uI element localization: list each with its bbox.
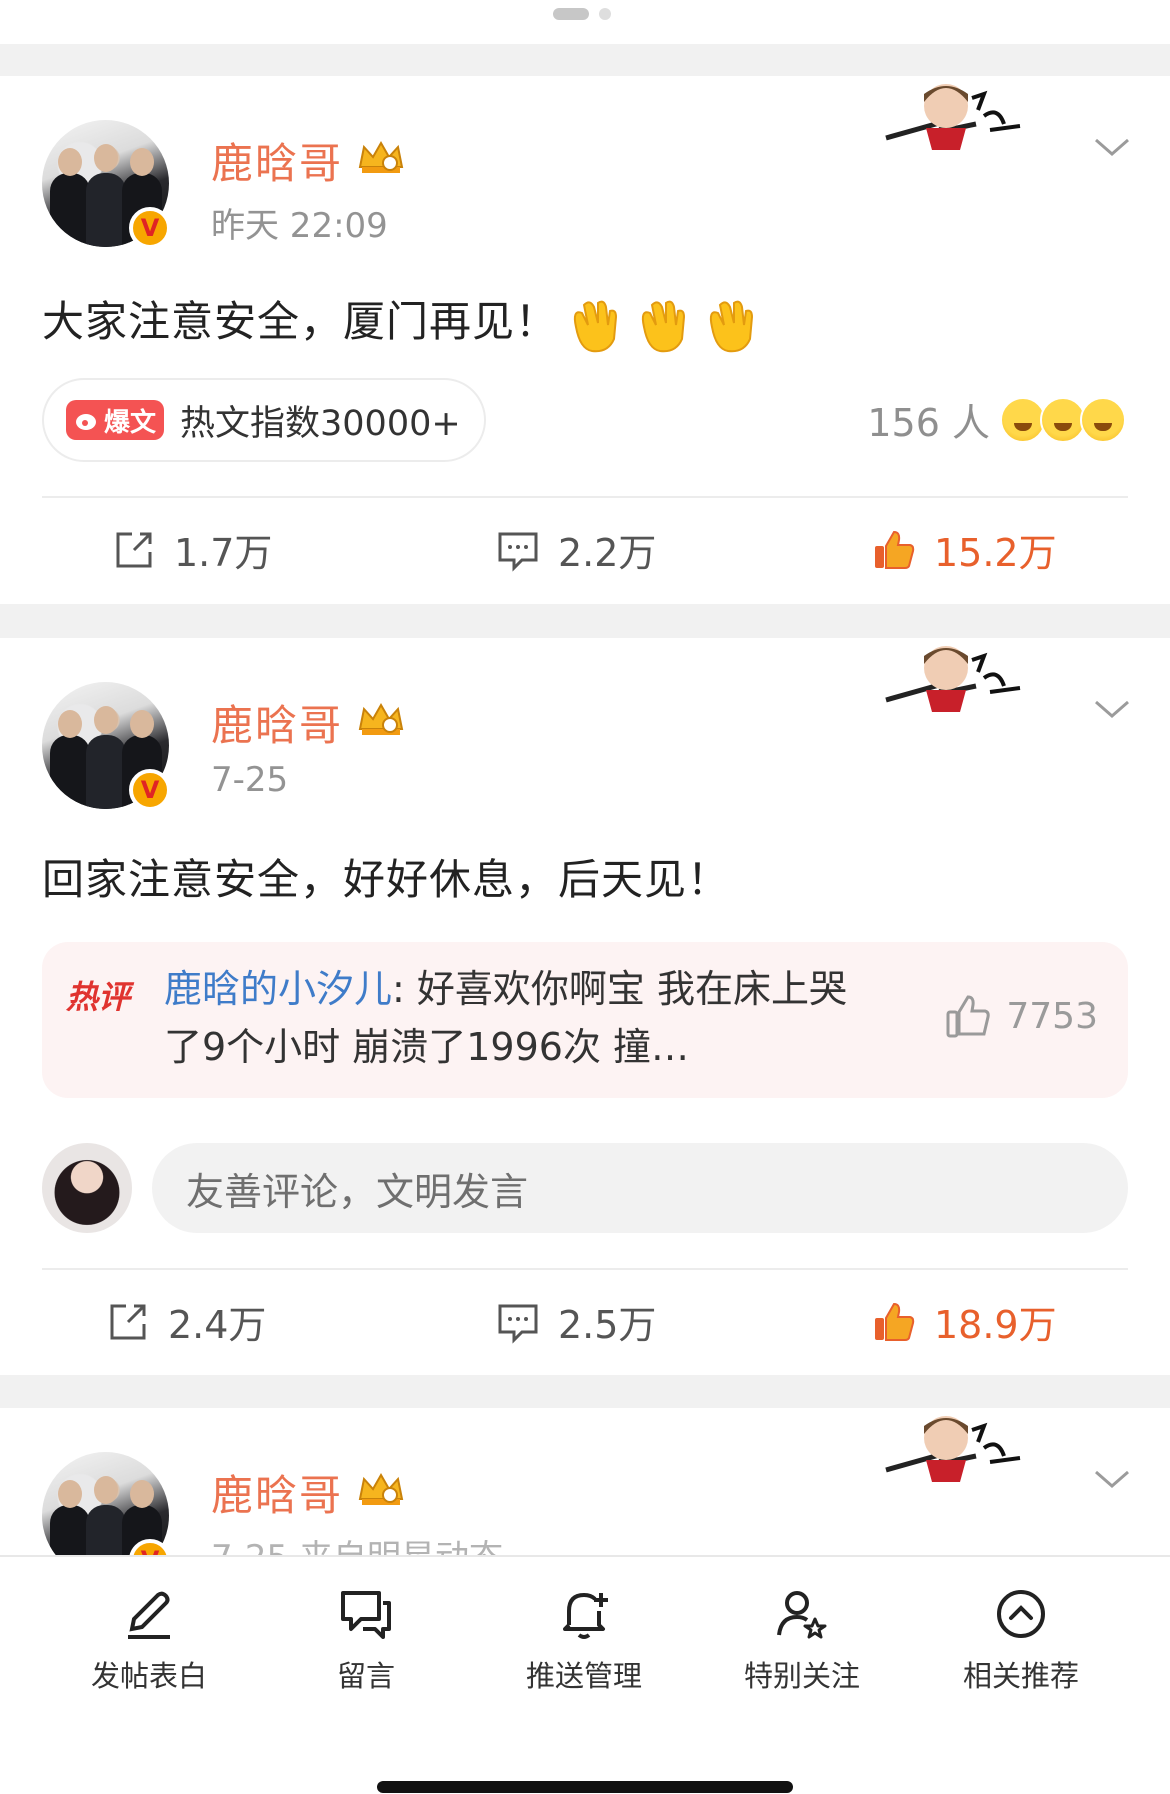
hot-comment-tag: 热评	[66, 978, 131, 1016]
crown-badge-icon	[358, 140, 404, 173]
user-star-icon	[777, 1591, 827, 1639]
bell-plus-icon	[563, 1593, 608, 1639]
hot-comment[interactable]: 热评 鹿晗的小汐儿: 好喜欢你啊宝 我在床上哭了9个小时 崩溃了1996次 撞……	[42, 942, 1128, 1098]
post-time: 7-25 来自明星动态	[211, 1530, 503, 1556]
nav-push-management[interactable]: 推送管理	[499, 1585, 669, 1695]
comment-input[interactable]: 友善评论，文明发言	[152, 1143, 1128, 1233]
thumbs-up-icon	[875, 1302, 915, 1341]
waving-hand-icon	[709, 300, 754, 352]
crown-badge-icon	[358, 1472, 404, 1505]
chevron-down-icon[interactable]	[1092, 1464, 1132, 1494]
top-bar	[0, 0, 1170, 44]
signature-sticker-icon	[885, 84, 1021, 150]
page-indicator	[553, 8, 611, 20]
action-bar: 1.7万 2.2万 15.2万	[0, 500, 1170, 600]
nav-related-recommend[interactable]: 相关推荐	[936, 1585, 1106, 1695]
action-bar: 2.4万 2.5万 18.9万	[0, 1272, 1170, 1372]
verified-badge-icon: V	[129, 769, 171, 811]
thumbs-up-icon	[875, 530, 915, 569]
username[interactable]: 鹿晗哥	[211, 130, 343, 191]
page-dot	[599, 8, 611, 20]
message-icon	[341, 1591, 391, 1639]
chevron-up-circle-icon	[997, 1590, 1045, 1638]
comment-icon	[498, 532, 538, 572]
verified-badge-icon: V	[129, 207, 171, 249]
post-text: 大家注意安全，厦门再见！	[42, 288, 762, 355]
bottom-nav: 发帖表白 留言 推送管理 特别关注 相关推荐	[0, 1555, 1170, 1794]
feed-post: V 鹿晗哥 7-25 回家注意安全，好好休息，后天见！ 热评 鹿晗的小汐儿: 好…	[0, 638, 1170, 1375]
weibo-logo-icon	[76, 414, 96, 430]
avatar[interactable]: V	[42, 1452, 171, 1556]
hot-article-badge: 爆文	[66, 400, 165, 440]
home-indicator[interactable]	[377, 1781, 793, 1793]
chevron-down-icon[interactable]	[1092, 694, 1132, 724]
pen-icon	[128, 1591, 170, 1639]
chevron-down-icon[interactable]	[1092, 132, 1132, 162]
nav-special-follow[interactable]: 特别关注	[717, 1585, 887, 1695]
share-button[interactable]: 1.7万	[112, 522, 272, 577]
post-text: 回家注意安全，好好休息，后天见！	[42, 855, 731, 904]
feed-post: V 鹿晗哥 7-25 来自明星动态	[0, 1408, 1170, 1556]
emoji-tears-icon	[1080, 396, 1126, 443]
hot-comment-like-button[interactable]: 7753	[944, 992, 1098, 1040]
post-time: 昨天 22:09	[211, 206, 388, 246]
waving-hand-icon	[573, 300, 618, 352]
hot-index-label: 热文指数30000+	[180, 403, 461, 444]
avatar[interactable]: V	[42, 682, 171, 811]
page-dot-active	[553, 8, 589, 20]
comment-button[interactable]: 2.2万	[496, 522, 656, 577]
divider	[42, 496, 1128, 498]
hot-comment-text: 鹿晗的小汐儿: 好喜欢你啊宝 我在床上哭了9个小时 崩溃了1996次 撞…	[164, 960, 884, 1076]
username[interactable]: 鹿晗哥	[211, 1462, 343, 1523]
comment-icon	[498, 1304, 538, 1344]
crown-badge-icon	[358, 702, 404, 735]
share-button[interactable]: 2.4万	[106, 1294, 266, 1349]
username[interactable]: 鹿晗哥	[211, 692, 343, 753]
like-button[interactable]: 18.9万	[872, 1294, 1057, 1349]
divider	[42, 1268, 1128, 1270]
like-button[interactable]: 15.2万	[872, 522, 1057, 577]
hot-article-pill[interactable]: 爆文 热文指数30000+	[42, 378, 486, 462]
post-time: 7-25	[211, 760, 289, 800]
share-icon	[110, 1304, 146, 1339]
reaction-count: 156 人	[867, 401, 990, 445]
nav-message[interactable]: 留言	[281, 1585, 451, 1695]
share-icon	[116, 532, 152, 567]
waving-hand-icon	[641, 300, 686, 352]
reactions-summary[interactable]: 156 人	[867, 392, 1126, 447]
signature-sticker-icon	[885, 1416, 1021, 1482]
thumbs-up-outline-icon	[946, 995, 991, 1038]
signature-sticker-icon	[885, 646, 1021, 712]
comment-button[interactable]: 2.5万	[496, 1294, 656, 1349]
avatar[interactable]: V	[42, 120, 171, 249]
current-user-avatar	[42, 1143, 132, 1233]
nav-post-confession[interactable]: 发帖表白	[64, 1585, 234, 1695]
feed-post: V 鹿晗哥 昨天 22:09 大家注意安全，厦门再见！ 爆文 热文指数30000…	[0, 76, 1170, 604]
hot-comment-user[interactable]: 鹿晗的小汐儿	[164, 967, 392, 1011]
